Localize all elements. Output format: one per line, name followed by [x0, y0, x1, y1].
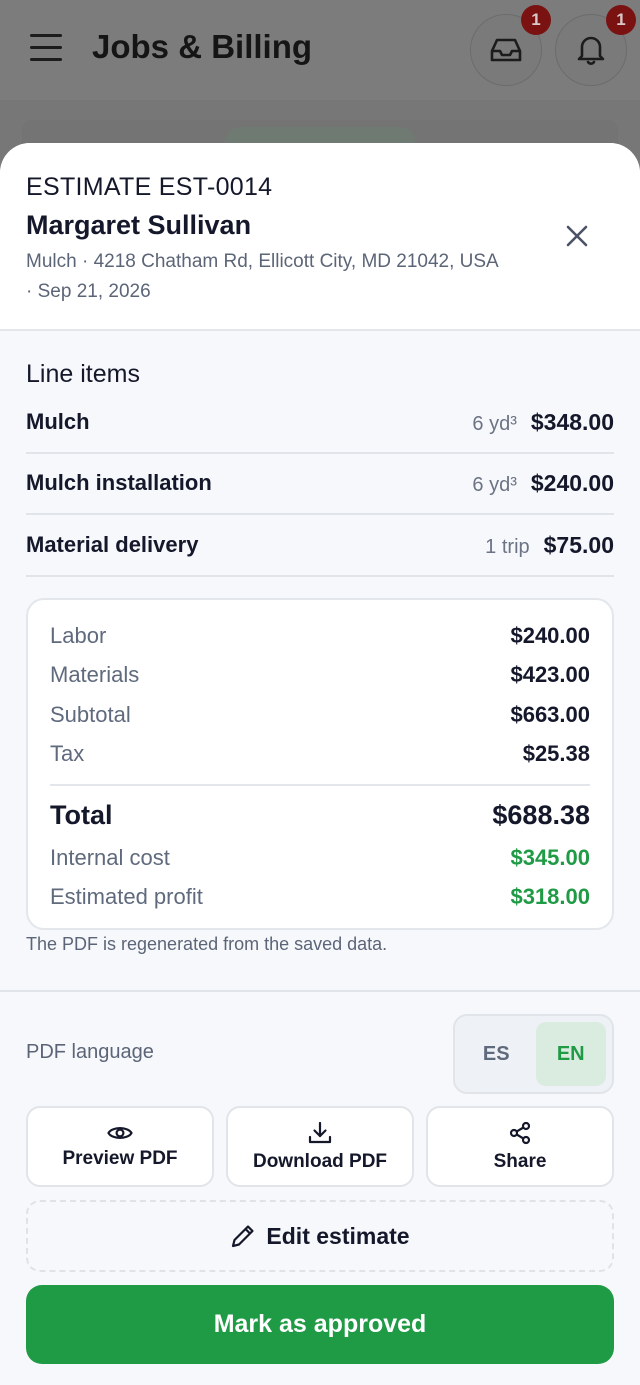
line-item-amount: $75.00 [543, 531, 614, 558]
edit-estimate-label: Edit estimate [266, 1222, 410, 1249]
inbox-badge: 1 [521, 5, 551, 35]
labor-row: Labor $240.00 [50, 616, 590, 656]
inbox-icon [490, 38, 522, 62]
line-item-qty: 1 trip [485, 535, 530, 558]
tax-row: Tax $25.38 [50, 735, 590, 775]
profit-value: $318.00 [510, 884, 590, 910]
line-item-name: Mulch installation [26, 470, 212, 495]
inbox-button[interactable]: 1 [470, 5, 551, 86]
edit-estimate-button[interactable]: Edit estimate [26, 1200, 614, 1272]
pencil-icon [232, 1225, 255, 1248]
profit-label: Estimated profit [50, 884, 203, 910]
close-button[interactable] [562, 221, 592, 251]
estimate-sheet: ESTIMATE EST-0014 Margaret Sullivan Mulc… [0, 143, 640, 1385]
labor-label: Labor [50, 622, 107, 648]
line-item-name: Mulch [26, 409, 90, 434]
estimate-number: ESTIMATE EST-0014 [26, 173, 273, 201]
line-items-title: Line items [26, 360, 140, 388]
materials-row: Materials $423.00 [50, 656, 590, 696]
notifications-button[interactable]: 1 [555, 5, 636, 86]
line-item-amount: $240.00 [530, 469, 614, 496]
mark-approved-label: Mark as approved [213, 1310, 427, 1338]
subtotal-value: $663.00 [510, 701, 590, 727]
total-value: $688.38 [492, 799, 590, 830]
sheet-header: ESTIMATE EST-0014 Margaret Sullivan Mulc… [0, 143, 640, 331]
preview-pdf-label: Preview PDF [62, 1147, 178, 1169]
internal-cost-label: Internal cost [50, 844, 170, 870]
notifications-badge: 1 [606, 5, 636, 35]
pdf-language-label: PDF language [26, 1041, 154, 1063]
share-icon [509, 1121, 531, 1144]
subtotal-row: Subtotal $663.00 [50, 695, 590, 735]
pdf-note: The PDF is regenerated from the saved da… [26, 934, 388, 954]
download-pdf-label: Download PDF [252, 1150, 388, 1172]
profit-row: Estimated profit $318.00 [50, 878, 590, 918]
line-item: Material delivery 1 trip $75.00 [26, 515, 614, 577]
share-label: Share [493, 1150, 547, 1172]
close-icon [566, 225, 588, 247]
customer-name: Margaret Sullivan [26, 210, 252, 240]
share-button[interactable]: Share [426, 1106, 614, 1187]
app-header: Jobs & Billing 1 1 [0, 0, 640, 100]
section-divider [0, 990, 640, 992]
eye-icon [107, 1126, 133, 1139]
labor-value: $240.00 [510, 622, 590, 648]
total-label: Total [50, 799, 113, 830]
lang-option-en[interactable]: EN [535, 1022, 606, 1086]
line-item-amount: $348.00 [530, 408, 614, 435]
subtotal-label: Subtotal [50, 701, 131, 727]
estimate-meta: Mulch · 4218 Chatham Rd, Ellicott City, … [26, 251, 498, 302]
app-title: Jobs & Billing [92, 28, 313, 65]
pdf-language-toggle: ES EN [453, 1014, 614, 1094]
tax-value: $25.38 [522, 741, 590, 767]
total-row: Total $688.38 [50, 792, 590, 838]
totals-card: Labor $240.00 Materials $423.00 Subtotal… [26, 598, 614, 930]
download-icon [308, 1121, 332, 1143]
tax-label: Tax [50, 741, 85, 767]
totals-divider [50, 784, 590, 786]
line-item-qty: 6 yd³ [472, 473, 517, 496]
line-item-qty: 6 yd³ [472, 412, 517, 435]
lang-option-es[interactable]: ES [461, 1022, 532, 1086]
hamburger-icon[interactable] [30, 34, 62, 62]
internal-cost-value: $345.00 [510, 844, 590, 870]
line-item: Mulch installation 6 yd³ $240.00 [26, 453, 614, 515]
download-pdf-button[interactable]: Download PDF [226, 1106, 414, 1187]
materials-label: Materials [50, 662, 140, 688]
line-item: Mulch 6 yd³ $348.00 [26, 392, 614, 454]
line-item-name: Material delivery [26, 532, 199, 557]
internal-cost-row: Internal cost $345.00 [50, 838, 590, 878]
preview-pdf-button[interactable]: Preview PDF [26, 1106, 214, 1187]
bell-icon [577, 36, 605, 65]
materials-value: $423.00 [510, 662, 590, 688]
mark-approved-button[interactable]: Mark as approved [26, 1285, 614, 1364]
